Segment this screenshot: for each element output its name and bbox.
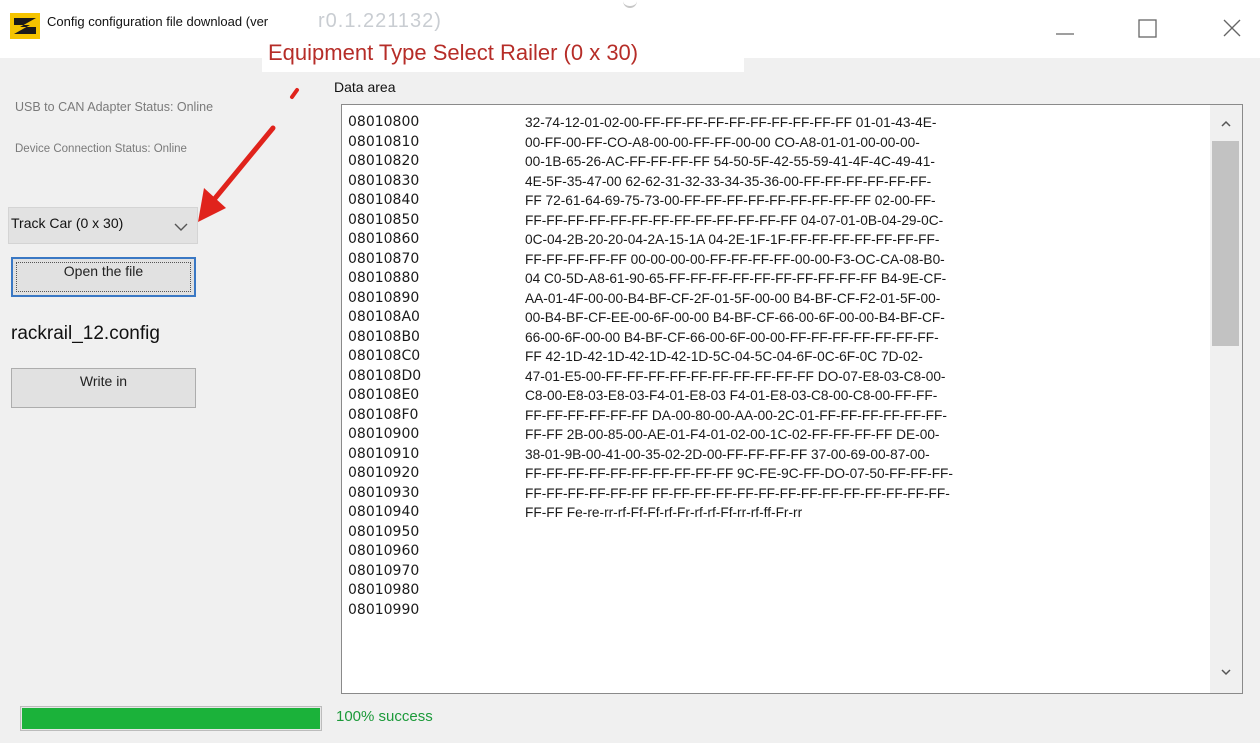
- hex-data-line: FF-FF Fe-re-rr-rf-Ff-Ff-rf-Fr-rf-rf-Ff-r…: [525, 505, 803, 520]
- minimize-icon[interactable]: [1050, 14, 1080, 44]
- hex-data-line: 04 C0-5D-A8-61-90-65-FF-FF-FF-FF-FF-FF-F…: [525, 271, 947, 286]
- chevron-down-icon: [174, 223, 188, 231]
- hex-data-line: AA-01-4F-00-00-B4-BF-CF-2F-01-5F-00-00 B…: [525, 290, 941, 306]
- address-line: 08010990: [348, 601, 420, 618]
- progress-status-label: 100% success: [336, 708, 433, 725]
- annotation-label: Equipment Type Select Railer (0 x 30): [268, 40, 639, 65]
- hex-data-line: FF-FF-FF-FF-FF-FF-FF-FF-FF-FF 9C-FE-9C-F…: [525, 466, 953, 481]
- open-file-button-label: Open the file: [63, 263, 144, 279]
- address-line: 08010940: [348, 504, 420, 520]
- equipment-type-select[interactable]: Track Car (0 x 30): [8, 207, 198, 244]
- vertical-scrollbar[interactable]: [1210, 105, 1242, 693]
- usb-adapter-status: USB to CAN Adapter Status: Online: [15, 100, 214, 114]
- hex-data-line: FF-FF 2B-00-85-00-AE-01-F4-01-02-00-1C-0…: [525, 427, 940, 442]
- scroll-up-icon[interactable]: [1219, 117, 1233, 131]
- app-logo-icon: [10, 13, 40, 39]
- address-line: 08010800: [348, 114, 420, 130]
- write-in-button[interactable]: Write in: [11, 368, 196, 408]
- address-line: 08010930: [348, 484, 420, 501]
- hex-data-line: 00-1B-65-26-AC-FF-FF-FF-FF 54-50-5F-42-5…: [525, 154, 935, 169]
- address-line: 08010970: [348, 562, 420, 579]
- hex-data-line: 00-B4-BF-CF-EE-00-6F-00-00 B4-BF-CF-66-0…: [525, 310, 945, 325]
- data-area-textbox[interactable]: 08010800 08010810 08010820 08010830 08010840…: [341, 104, 1243, 694]
- hex-data-line: FF 42-1D-42-1D-42-1D-42-1D-5C-04-5C-04-6…: [525, 349, 923, 364]
- scroll-down-icon[interactable]: [1219, 665, 1233, 679]
- loaded-file-name: rackrail_12.config: [11, 323, 160, 344]
- hex-data-line: C8-00-E8-03-E8-03-F4-01-E8-03 F4-01-E8-0…: [525, 388, 938, 403]
- open-file-button[interactable]: Open the file: [11, 257, 196, 297]
- hex-data-line: FF 72-61-64-69-75-73-00-FF-FF-FF-FF-FF-F…: [525, 193, 936, 208]
- hex-data-line: 66-00-6F-00-00 B4-BF-CF-66-00-6F-00-00-F…: [525, 329, 939, 345]
- address-column: 08010800 08010810 08010820 08010830 08010840…: [348, 113, 458, 620]
- hex-data-line: 4E-5F-35-47-00 62-62-31-32-33-34-35-36-0…: [525, 173, 932, 189]
- hex-data-line: 0C-04-2B-20-20-04-2A-15-1A 04-2E-1F-1F-F…: [525, 232, 940, 247]
- address-line: 08010960: [348, 543, 420, 559]
- address-line: 08010900: [348, 426, 420, 442]
- equipment-type-value: Track Car (0 x 30): [11, 215, 124, 231]
- address-line: 080108D0: [348, 367, 422, 384]
- address-line: 08010860: [348, 231, 420, 247]
- hex-data-line: 38-01-9B-00-41-00-35-02-2D-00-FF-FF-FF-F…: [525, 446, 930, 462]
- hex-data-line: 00-FF-00-FF-CO-A8-00-00-FF-FF-00-00 CO-A…: [525, 134, 920, 150]
- hex-data-line: 47-01-E5-00-FF-FF-FF-FF-FF-FF-FF-FF-FF-F…: [525, 368, 946, 384]
- maximize-icon[interactable]: [1133, 14, 1163, 44]
- address-line: 080108F0: [348, 406, 419, 423]
- address-line: 08010820: [348, 153, 420, 169]
- address-line: 08010830: [348, 172, 420, 189]
- address-line: 08010870: [348, 250, 420, 267]
- window-title-version: r0.1.221132): [318, 10, 442, 32]
- title-decoration: [623, 0, 637, 8]
- address-line: 080108A0: [348, 309, 420, 325]
- hex-data-line: FF-FF-FF-FF-FF-FF-FF-FF-FF-FF-FF-FF-FF 0…: [525, 212, 944, 228]
- config-download-window: Config configuration file download (ver …: [0, 0, 1260, 743]
- device-connection-status: Device Connection Status: Online: [15, 143, 187, 155]
- address-line: 080108E0: [348, 387, 420, 403]
- address-line: 08010880: [348, 270, 420, 286]
- address-line: 08010840: [348, 192, 420, 208]
- hex-data-column: 32-74-12-01-02-00-FF-FF-FF-FF-FF-FF-FF-F…: [525, 113, 1085, 523]
- address-line: 080108C0: [348, 348, 421, 364]
- progress-bar: [20, 706, 322, 731]
- hex-data-line: FF-FF-FF-FF-FF 00-00-00-00-FF-FF-FF-FF-0…: [525, 251, 945, 267]
- hex-data-line: 32-74-12-01-02-00-FF-FF-FF-FF-FF-FF-FF-F…: [525, 115, 937, 130]
- address-line: 08010950: [348, 523, 420, 540]
- address-line: 08010920: [348, 465, 420, 481]
- scrollbar-thumb[interactable]: [1212, 141, 1239, 346]
- hex-data-line: FF-FF-FF-FF-FF-FF DA-00-80-00-AA-00-2C-0…: [525, 407, 947, 423]
- address-line: 08010810: [348, 133, 420, 150]
- write-in-button-label: Write in: [79, 373, 128, 389]
- window-title: Config configuration file download (ver: [47, 14, 269, 29]
- data-area-label: Data area: [334, 79, 396, 95]
- close-icon[interactable]: [1218, 14, 1248, 44]
- hex-data-line: FF-FF-FF-FF-FF-FF FF-FF-FF-FF-FF-FF-FF-F…: [525, 485, 950, 501]
- address-line: 08010850: [348, 211, 420, 228]
- address-line: 08010890: [348, 289, 420, 306]
- progress-bar-fill: [22, 708, 320, 729]
- address-line: 080108B0: [348, 328, 420, 345]
- address-line: 08010980: [348, 582, 420, 598]
- address-line: 08010910: [348, 445, 420, 462]
